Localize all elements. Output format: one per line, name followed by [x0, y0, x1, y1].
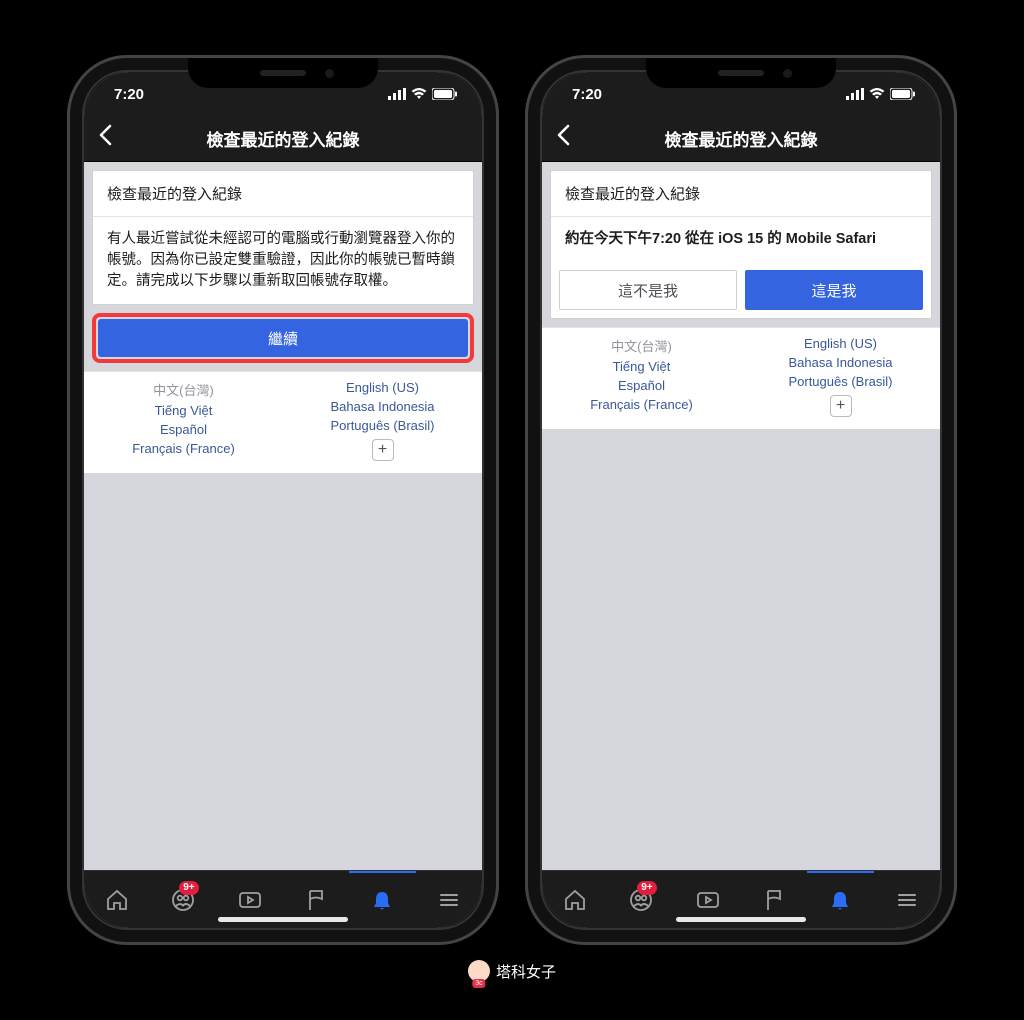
tab-menu[interactable] — [874, 871, 940, 928]
tab-notifications[interactable] — [349, 871, 415, 928]
back-icon[interactable] — [98, 124, 112, 153]
home-indicator[interactable] — [218, 917, 348, 922]
lang-option[interactable]: Português (Brasil) — [330, 418, 434, 433]
lang-option[interactable]: Français (France) — [132, 441, 235, 456]
is-me-button[interactable]: 這是我 — [745, 270, 923, 310]
lang-option[interactable]: Tiếng Việt — [613, 359, 671, 374]
login-review-card: 檢查最近的登入紀錄 有人最近嘗試從未經認可的電腦或行動瀏覽器登入你的帳號。因為你… — [92, 170, 474, 305]
wifi-icon — [411, 88, 427, 100]
lang-option[interactable]: Português (Brasil) — [788, 374, 892, 389]
wifi-icon — [869, 88, 885, 100]
signal-icon — [388, 88, 406, 100]
watermark-avatar-icon — [468, 960, 490, 982]
status-time: 7:20 — [572, 86, 602, 103]
nav-title: 檢查最近的登入紀錄 — [665, 126, 818, 151]
more-languages-icon[interactable]: + — [830, 395, 852, 417]
signal-icon — [846, 88, 864, 100]
lang-option[interactable]: English (US) — [346, 380, 419, 395]
continue-highlight: 繼續 — [92, 313, 474, 363]
tab-groups[interactable]: 9+ — [150, 871, 216, 928]
home-indicator[interactable] — [676, 917, 806, 922]
phone-left: 7:20 檢查最近的登入紀錄 — [67, 55, 499, 945]
nav-bar: 檢查最近的登入紀錄 — [84, 116, 482, 162]
language-selector: 中文(台灣) Tiếng Việt Español Français (Fran… — [542, 327, 940, 429]
lang-option: 中文(台灣) — [611, 336, 672, 355]
more-languages-icon[interactable]: + — [372, 439, 394, 461]
card-body-text: 有人最近嘗試從未經認可的電腦或行動瀏覽器登入你的帳號。因為你已設定雙重驗證，因此… — [93, 217, 473, 304]
lang-option[interactable]: Bahasa Indonesia — [788, 355, 892, 370]
lang-option[interactable]: Bahasa Indonesia — [330, 399, 434, 414]
login-detail-text: 約在今天下午7:20 從在 iOS 15 的 Mobile Safari — [551, 217, 931, 262]
language-selector: 中文(台灣) Tiếng Việt Español Français (Fran… — [84, 371, 482, 473]
login-review-card: 檢查最近的登入紀錄 約在今天下午7:20 從在 iOS 15 的 Mobile … — [550, 170, 932, 319]
notch — [188, 58, 378, 88]
lang-option[interactable]: Español — [160, 422, 207, 437]
nav-bar: 檢查最近的登入紀錄 — [542, 116, 940, 162]
badge-count: 9+ — [637, 881, 656, 895]
badge-count: 9+ — [179, 881, 198, 895]
watermark: 塔科女子 — [468, 960, 556, 982]
watermark-text: 塔科女子 — [496, 961, 556, 982]
card-title: 檢查最近的登入紀錄 — [551, 171, 931, 217]
lang-option: 中文(台灣) — [153, 380, 214, 399]
continue-button[interactable]: 繼續 — [98, 319, 468, 357]
not-me-button[interactable]: 這不是我 — [559, 270, 737, 310]
tab-notifications[interactable] — [807, 871, 873, 928]
lang-option[interactable]: English (US) — [804, 336, 877, 351]
battery-icon — [890, 88, 916, 100]
lang-option[interactable]: Español — [618, 378, 665, 393]
tab-menu[interactable] — [416, 871, 482, 928]
status-time: 7:20 — [114, 86, 144, 103]
tab-home[interactable] — [542, 871, 608, 928]
lang-option[interactable]: Français (France) — [590, 397, 693, 412]
tab-home[interactable] — [84, 871, 150, 928]
nav-title: 檢查最近的登入紀錄 — [207, 126, 360, 151]
notch — [646, 58, 836, 88]
phone-right: 7:20 檢查最近的登入紀錄 — [525, 55, 957, 945]
tab-groups[interactable]: 9+ — [608, 871, 674, 928]
card-title: 檢查最近的登入紀錄 — [93, 171, 473, 217]
back-icon[interactable] — [556, 124, 570, 153]
battery-icon — [432, 88, 458, 100]
lang-option[interactable]: Tiếng Việt — [155, 403, 213, 418]
